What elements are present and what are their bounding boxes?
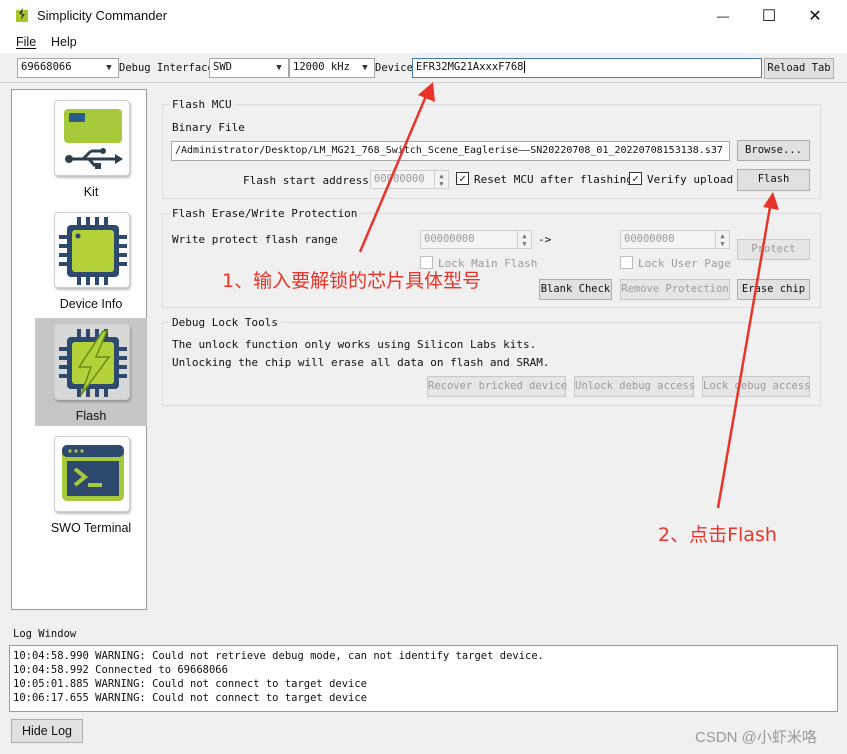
- arrow-to-flash-button: [716, 192, 779, 509]
- annotation-arrows: [358, 82, 779, 509]
- annotation-step-2: 2、点击Flash: [658, 524, 777, 546]
- arrow-to-device-input: [358, 82, 435, 253]
- watermark: CSDN @小虾米咯: [695, 729, 817, 746]
- annotation-step-1: 1、输入要解锁的芯片具体型号: [222, 270, 482, 292]
